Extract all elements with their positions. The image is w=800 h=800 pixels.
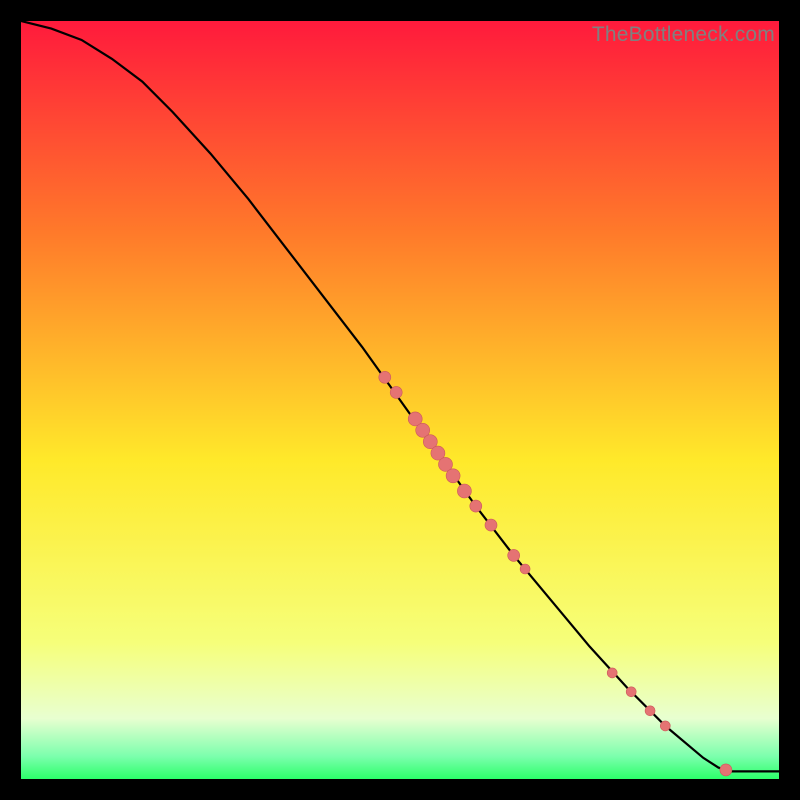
data-point	[457, 484, 471, 498]
data-point	[645, 706, 655, 716]
data-point	[660, 721, 670, 731]
data-point	[470, 500, 482, 512]
watermark-text: TheBottleneck.com	[592, 23, 775, 47]
data-point	[520, 564, 530, 574]
chart-frame: TheBottleneck.com	[21, 21, 779, 779]
data-point	[626, 687, 636, 697]
data-point	[508, 549, 520, 561]
data-point	[390, 386, 402, 398]
data-point	[720, 764, 732, 776]
chart-svg	[21, 21, 779, 779]
data-point	[607, 668, 617, 678]
data-point	[485, 519, 497, 531]
data-point	[446, 469, 460, 483]
data-point	[379, 371, 391, 383]
